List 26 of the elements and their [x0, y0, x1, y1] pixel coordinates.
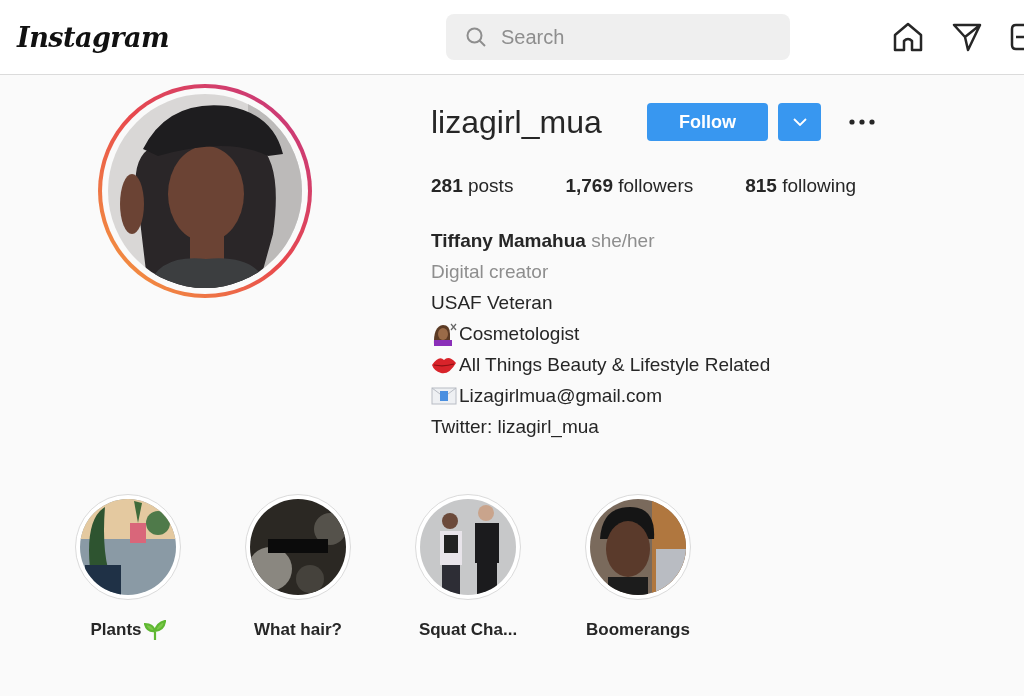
full-name: Tiffany Mamahua she/her	[431, 229, 655, 252]
home-icon[interactable]	[892, 21, 924, 53]
category-label: Digital creator	[431, 260, 549, 283]
highlight-label: Plants	[90, 620, 142, 640]
bio-line: Cosmetologist	[459, 322, 580, 345]
bio-line: All Things Beauty & Lifestyle Related	[459, 353, 771, 376]
profile-stat[interactable]: 815 following	[745, 175, 857, 197]
add-post-icon[interactable]	[1010, 22, 1024, 52]
bio-line: USAF Veteran	[431, 291, 553, 314]
bio-line: Lizagirlmua@gmail.com	[459, 384, 663, 407]
profile-stat[interactable]: 1,769 followers	[565, 175, 694, 197]
chevron-icon	[792, 118, 807, 126]
envelope-icon	[431, 386, 457, 405]
more-icon	[849, 119, 875, 125]
username: lizagirl_mua	[431, 103, 603, 141]
paper-plane-icon[interactable]	[952, 22, 982, 52]
profile-stat: 281 posts	[431, 175, 514, 197]
instagram-logo[interactable]: Instagram	[17, 21, 446, 53]
search-field[interactable]: Search	[446, 14, 790, 60]
bio-line: Twitter: lizagirl_mua	[431, 415, 599, 438]
highlight-label: Boomerangs	[586, 620, 690, 640]
highlight-label: Squat Cha...	[418, 620, 518, 640]
highlight-label: What hair?	[254, 620, 342, 640]
sprout-icon	[143, 620, 166, 640]
hairdresser-icon	[431, 321, 457, 346]
search-icon	[466, 27, 486, 47]
